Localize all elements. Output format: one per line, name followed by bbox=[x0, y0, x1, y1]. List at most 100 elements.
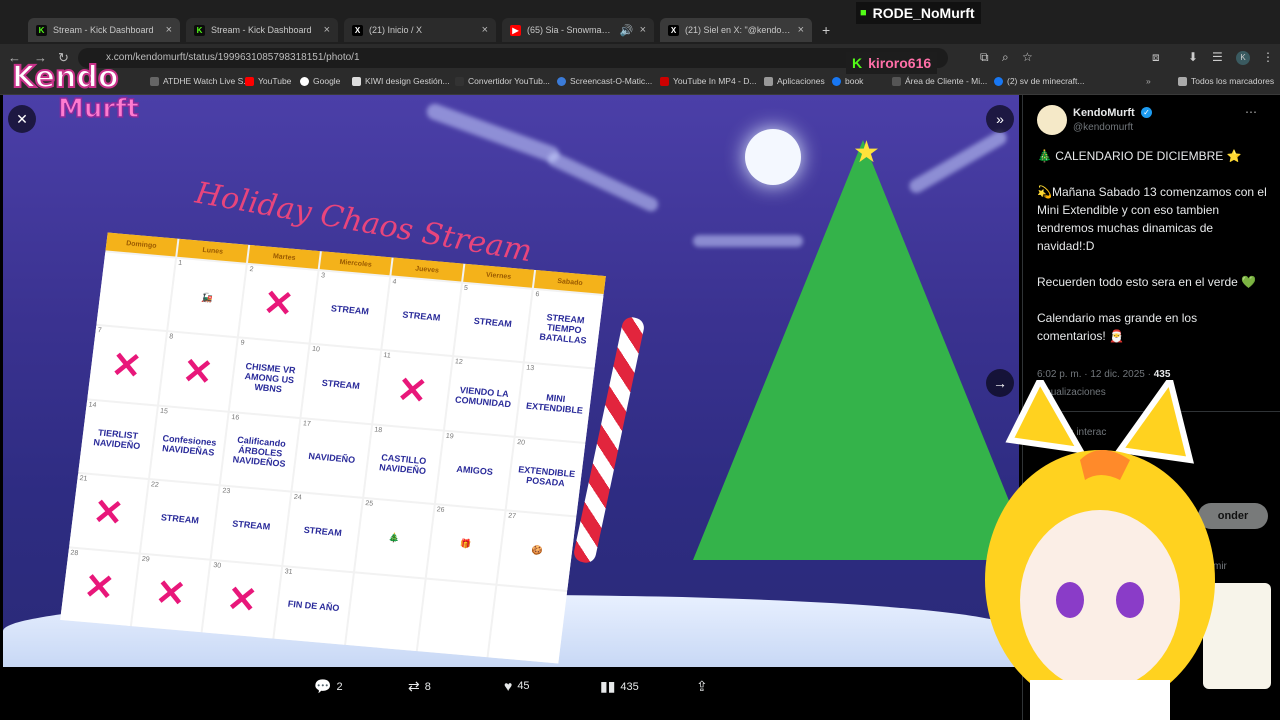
kiroro-overlay-label: K kiroro616 bbox=[846, 52, 938, 74]
calendar-day-number: 29 bbox=[141, 555, 151, 564]
bookmark-label: Convertidor YouTub... bbox=[468, 76, 550, 86]
calendar-day-cell: 4 STREAM bbox=[382, 277, 461, 356]
calendar-day-cell: 15 Confesiones NAVIDEÑAS bbox=[149, 406, 229, 485]
calendar-event-label: STREAM bbox=[401, 309, 441, 324]
reply-action[interactable]: 💬 2 bbox=[314, 678, 343, 695]
mp4-icon bbox=[660, 76, 669, 86]
expand-panel-button[interactable]: » bbox=[986, 105, 1014, 133]
calendar-day-cell bbox=[488, 585, 568, 664]
calendar-day-number: 18 bbox=[373, 426, 383, 434]
zoom-icon[interactable]: ⌕ bbox=[1002, 50, 1009, 65]
install-icon[interactable]: ⧉ bbox=[980, 50, 989, 65]
more-icon[interactable]: ⋯ bbox=[1245, 105, 1257, 119]
calendar-day-cell bbox=[417, 579, 496, 658]
bookmark-item[interactable]: Aplicaciones bbox=[764, 76, 825, 86]
close-icon[interactable]: × bbox=[482, 24, 488, 36]
calendar-event-label: CASTILLO NAVIDEÑO bbox=[378, 452, 427, 477]
author-handle[interactable]: @kendomurft bbox=[1073, 122, 1133, 133]
extensions-icon[interactable]: ⧈ bbox=[1152, 50, 1160, 65]
calendar-day-number: 23 bbox=[221, 487, 231, 496]
calendar-day-cell: 17 NAVIDEÑO bbox=[292, 418, 371, 497]
close-viewer-button[interactable]: ✕ bbox=[8, 105, 36, 133]
like-icon: ♥ bbox=[504, 678, 513, 694]
calendar-day-number: 9 bbox=[240, 339, 245, 348]
calendar-event-label: MINI EXTENDIBLE bbox=[525, 392, 584, 416]
calendar-day-cell: 30 ✕ bbox=[203, 560, 282, 639]
tab-label: Stream - Kick Dashboard bbox=[211, 25, 312, 35]
youtube-icon bbox=[245, 76, 254, 86]
tab-x-siel[interactable]: X (21) Siel en X: "@kendomurft N × bbox=[660, 18, 812, 42]
calendar-day-cell: 22 STREAM bbox=[140, 480, 219, 559]
address-bar[interactable]: x.com/kendomurft/status/1999631085798318… bbox=[78, 48, 948, 68]
calendar-event-label: Confesiones NAVIDEÑAS bbox=[161, 433, 218, 458]
media-icon[interactable]: ☰ bbox=[1212, 50, 1223, 64]
calendar-day-cell: 31 FIN DE AÑO bbox=[274, 566, 353, 645]
tab-kick-dashboard-2[interactable]: K Stream - Kick Dashboard × bbox=[186, 18, 338, 42]
author-avatar[interactable] bbox=[1037, 105, 1067, 135]
download-icon[interactable]: ⬇ bbox=[1188, 50, 1198, 64]
client-area-icon bbox=[892, 76, 901, 86]
bookmark-item[interactable]: KIWI design Gestión... bbox=[352, 76, 450, 86]
calendar-event-label: STREAM bbox=[303, 525, 343, 539]
calendar-day-number: 14 bbox=[88, 401, 97, 409]
bookmark-label: YouTube In MP4 - D... bbox=[673, 76, 757, 86]
calendar-day-cell: 28 ✕ bbox=[60, 547, 139, 626]
star-icon[interactable]: ☆ bbox=[1022, 50, 1033, 64]
bookmark-item[interactable]: YouTube In MP4 - D... bbox=[660, 76, 756, 86]
no-stream-mark: ✕ bbox=[153, 571, 189, 615]
vtuber-avatar bbox=[985, 380, 1215, 720]
bookmark-item[interactable]: YouTube bbox=[245, 76, 291, 86]
new-tab-button[interactable]: + bbox=[822, 22, 830, 38]
repost-action[interactable]: ⇄ 8 bbox=[408, 678, 431, 695]
repost-icon: ⇄ bbox=[408, 678, 420, 694]
menu-icon[interactable]: ⋮ bbox=[1262, 50, 1274, 64]
calendar-day-number: 11 bbox=[382, 352, 392, 361]
calendar-day-cell: 25 🎄 bbox=[354, 499, 434, 578]
calendar-day-number: 19 bbox=[445, 432, 454, 441]
share-action[interactable]: ⇪ bbox=[696, 678, 708, 695]
verified-icon: ✓ bbox=[1141, 107, 1152, 118]
bookmark-item[interactable]: (2) sv de minecraft... bbox=[994, 76, 1084, 86]
calendar-day-cell: 7 ✕ bbox=[87, 326, 166, 405]
close-icon[interactable]: × bbox=[798, 24, 804, 36]
kick-icon: K bbox=[194, 24, 205, 36]
calendar-day-number: 26 bbox=[436, 506, 445, 515]
calendar-day-number: 4 bbox=[392, 278, 397, 286]
tab-x-inicio[interactable]: X (21) Inicio / X × bbox=[344, 18, 496, 42]
no-stream-mark: ✕ bbox=[81, 564, 117, 609]
calendar-day-number: 28 bbox=[70, 549, 79, 557]
calendar-day-number: 3 bbox=[320, 272, 326, 280]
profile-avatar[interactable]: K bbox=[1236, 51, 1250, 65]
calendar-day-cell: 21 ✕ bbox=[69, 474, 148, 553]
bookmark-item[interactable]: Google bbox=[300, 76, 340, 86]
bookmark-item[interactable]: Screencast-O-Matic... bbox=[557, 76, 652, 86]
tab-youtube-sia[interactable]: ▶ (65) Sia - Snowman [Official 🔊 × bbox=[502, 18, 654, 42]
views-icon: ▮▮ bbox=[600, 678, 616, 694]
no-stream-mark: ✕ bbox=[394, 368, 430, 412]
calendar-day-cell: 19 AMIGOS bbox=[435, 431, 514, 510]
close-icon[interactable]: × bbox=[640, 24, 646, 36]
calendar-event-label: STREAM bbox=[231, 518, 271, 533]
bookmark-item[interactable]: Área de Cliente - Mi... bbox=[892, 76, 987, 86]
cloud bbox=[424, 101, 562, 165]
close-icon: ✕ bbox=[16, 110, 28, 127]
author-name[interactable]: KendoMurft bbox=[1073, 107, 1135, 119]
like-action[interactable]: ♥ 45 bbox=[504, 678, 530, 694]
calendar-day-cell: 26 🎁 bbox=[426, 505, 505, 584]
speaker-icon[interactable]: 🔊 bbox=[620, 24, 634, 37]
tab-kick-dashboard-1[interactable]: K Stream - Kick Dashboard × bbox=[28, 18, 180, 42]
calendar-day-cell: 29 ✕ bbox=[131, 554, 210, 633]
calendar-day-number: 2 bbox=[249, 266, 254, 274]
browser-nav-bar: ← → ↻ x.com/kendomurft/status/1999631085… bbox=[0, 44, 1280, 72]
close-icon[interactable]: × bbox=[166, 24, 172, 36]
bookmark-item[interactable]: Todos los marcadores bbox=[1178, 76, 1274, 86]
close-icon[interactable]: × bbox=[324, 24, 330, 36]
bookmarks-overflow-icon[interactable]: » bbox=[1146, 76, 1151, 86]
calendar-day-number: 25 bbox=[364, 500, 374, 508]
calendar-event-label: EXTENDIBLE POSADA bbox=[517, 464, 576, 489]
media-viewer: ★ Holiday Chaos Stream Domingo Lunes Marte… bbox=[0, 59, 1022, 720]
no-stream-mark: ✕ bbox=[109, 343, 145, 387]
bookmark-item[interactable]: Convertidor YouTub... bbox=[455, 76, 550, 86]
bookmark-item[interactable]: book bbox=[832, 76, 863, 86]
views-action[interactable]: ▮▮ 435 bbox=[600, 678, 639, 695]
